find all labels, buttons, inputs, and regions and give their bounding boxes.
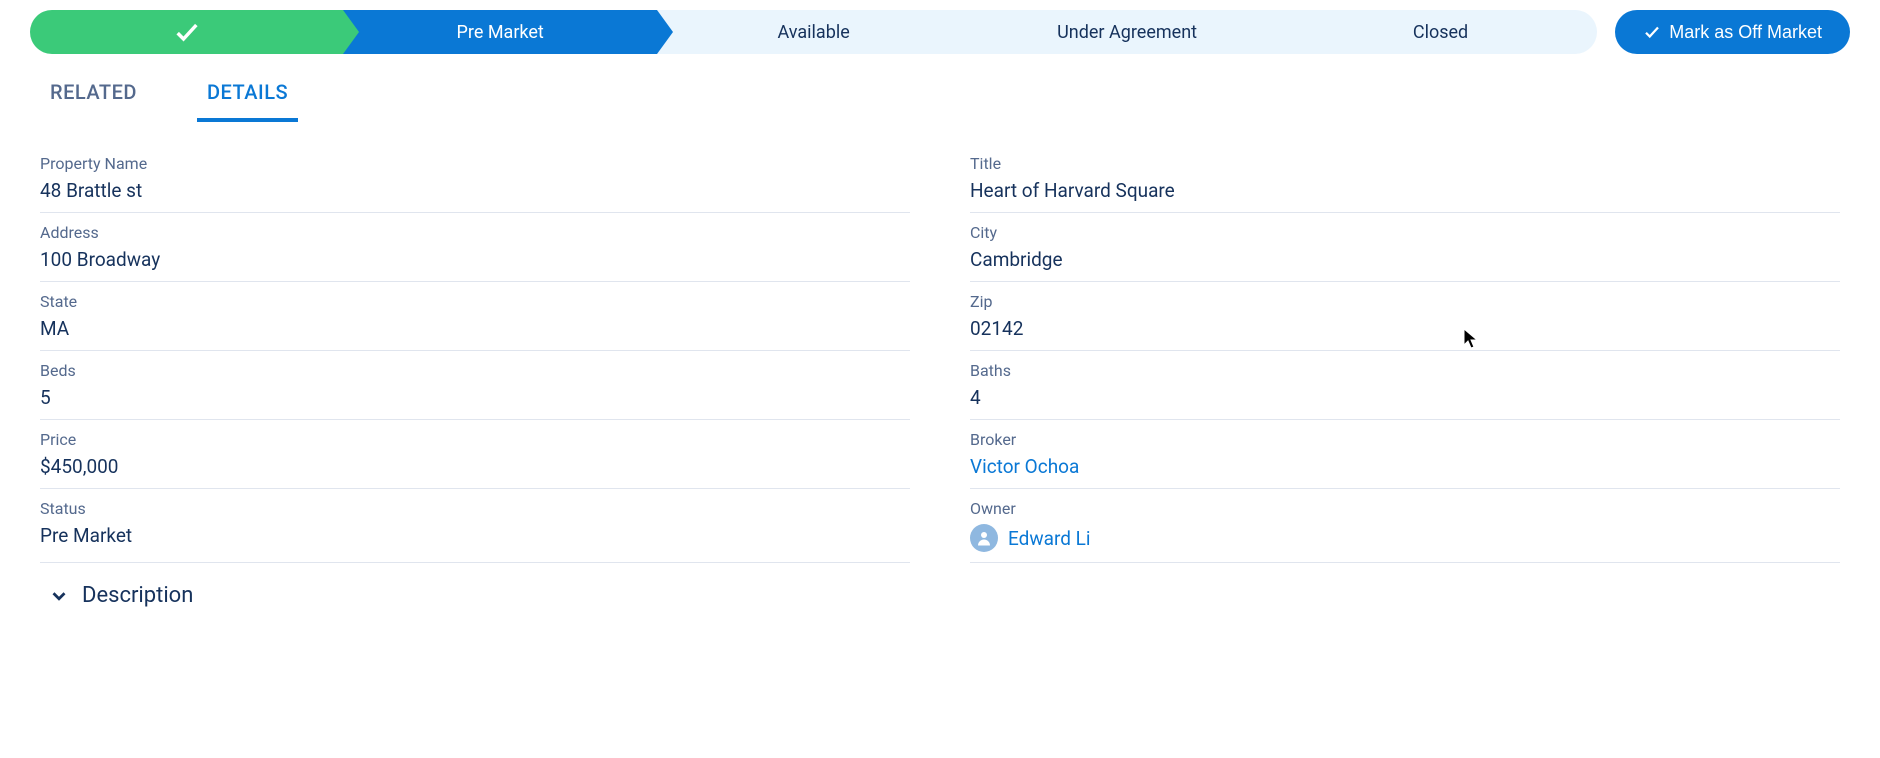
field-zip[interactable]: Zip 02142 [970,282,1840,351]
user-icon [975,529,993,547]
path-step-label: Pre Market [457,22,544,43]
field-label: Broker [970,430,1840,449]
field-value: Pre Market [40,524,910,547]
field-label: Address [40,223,910,242]
field-baths[interactable]: Baths 4 [970,351,1840,420]
field-value: 48 Brattle st [40,179,910,202]
field-price[interactable]: Price $450,000 [40,420,910,489]
field-owner[interactable]: Owner Edward Li [970,489,1840,563]
field-property-name[interactable]: Property Name 48 Brattle st [40,144,910,213]
path-step-label: Under Agreement [1057,22,1197,43]
field-value: 5 [40,386,910,409]
field-label: Property Name [40,154,910,173]
mark-off-market-label: Mark as Off Market [1669,22,1822,43]
field-state[interactable]: State MA [40,282,910,351]
description-accordion[interactable]: Description [0,563,1880,608]
path-row: Pre Market Available Under Agreement Clo… [0,10,1880,72]
path-step-label: Available [778,22,850,43]
field-label: Title [970,154,1840,173]
tab-related[interactable]: RELATED [40,72,147,122]
check-icon [173,18,201,46]
field-value: MA [40,317,910,340]
field-value: Cambridge [970,248,1840,271]
path-step-closed[interactable]: Closed [1284,10,1597,54]
field-label: Beds [40,361,910,380]
avatar [970,524,998,552]
field-address[interactable]: Address 100 Broadway [40,213,910,282]
path-step-complete[interactable] [30,10,343,54]
field-label: State [40,292,910,311]
detail-tabs: RELATED DETAILS [0,72,1880,122]
tab-label: DETAILS [207,80,288,104]
field-label: Baths [970,361,1840,380]
path-step-under-agreement[interactable]: Under Agreement [970,10,1283,54]
field-status[interactable]: Status Pre Market [40,489,910,563]
field-label: Status [40,499,910,518]
path-container: Pre Market Available Under Agreement Clo… [30,10,1597,54]
tab-label: RELATED [50,80,137,104]
check-icon [1643,23,1661,41]
owner-link[interactable]: Edward Li [1008,527,1091,550]
field-city[interactable]: City Cambridge [970,213,1840,282]
accordion-title: Description [82,583,193,608]
mark-off-market-button[interactable]: Mark as Off Market [1615,10,1850,54]
field-value: 02142 [970,317,1840,340]
field-broker[interactable]: Broker Victor Ochoa [970,420,1840,489]
field-label: Zip [970,292,1840,311]
field-value: 100 Broadway [40,248,910,271]
field-label: City [970,223,1840,242]
broker-link[interactable]: Victor Ochoa [970,455,1840,478]
path-step-available[interactable]: Available [657,10,970,54]
field-label: Owner [970,499,1840,518]
field-value: 4 [970,386,1840,409]
field-value: Heart of Harvard Square [970,179,1840,202]
path-step-pre-market[interactable]: Pre Market [343,10,656,54]
tab-details[interactable]: DETAILS [197,72,298,122]
field-label: Price [40,430,910,449]
path-step-label: Closed [1413,22,1468,43]
field-beds[interactable]: Beds 5 [40,351,910,420]
field-title[interactable]: Title Heart of Harvard Square [970,144,1840,213]
chevron-down-icon [48,585,70,607]
details-grid: Property Name 48 Brattle st Title Heart … [0,122,1880,563]
field-value: $450,000 [40,455,910,478]
